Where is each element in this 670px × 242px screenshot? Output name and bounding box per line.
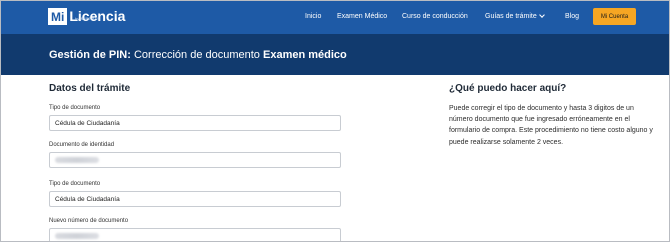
page-frame: Mi Licencia by MISTRAS Inicio Examen Méd… [0,0,670,242]
nav-blog[interactable]: Blog [565,13,579,20]
field-label-documento-identidad: Documento de identidad [49,142,115,148]
nav-examen-medico[interactable]: Examen Médico [337,13,387,20]
top-navbar: Mi Licencia by MISTRAS Inicio Examen Méd… [1,1,669,34]
redacted-value [55,233,99,239]
redacted-value [55,157,99,163]
page-title-emphasis: Examen médico [263,49,347,61]
nav-inicio[interactable]: Inicio [305,13,321,20]
page-title-middle: Corrección de documento [133,49,260,61]
chevron-down-icon [538,12,545,18]
page-title-prefix: Gestión de PIN: [49,49,131,61]
nuevo-numero-documento-input[interactable] [49,228,341,241]
logo-mi-badge: Mi [48,7,68,25]
help-title: ¿Qué puedo hacer aquí? [449,83,567,94]
field-label-tipo-documento: Tipo de documento [49,105,101,111]
nav-guias-label: Guías de trámite [485,13,537,20]
field-label-nuevo-numero: Nuevo número de documento [49,218,129,224]
documento-identidad-input[interactable] [49,152,341,168]
logo-subtitle: by MISTRAS [75,16,101,21]
field-label-nuevo-tipo-documento: Tipo de documento [49,181,101,187]
nuevo-tipo-documento-select[interactable]: Cédula de Ciudadanía [49,191,341,207]
help-text: Puede corregir el tipo de documento y ha… [449,105,653,146]
page-title: Gestión de PIN: Corrección de documento … [49,49,347,61]
nav-guias-tramite[interactable]: Guías de trámite [485,12,545,20]
form-section-title: Datos del trámite [49,83,131,94]
nav-curso-conduccion[interactable]: Curso de conducción [402,13,468,20]
my-account-button[interactable]: Mi Cuenta [593,8,636,25]
tipo-documento-select[interactable]: Cédula de Ciudadanía [49,115,341,131]
